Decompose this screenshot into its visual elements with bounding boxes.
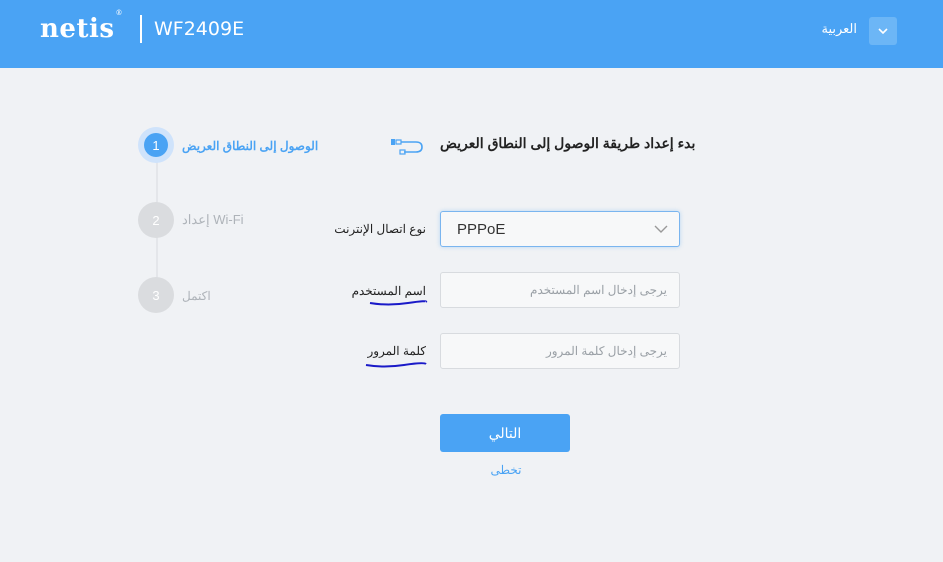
step-3-circle: 3 xyxy=(138,277,174,313)
step-3-label: اكتمل xyxy=(182,289,211,303)
annotation-underline xyxy=(365,362,427,368)
skip-link[interactable]: تخطى xyxy=(490,463,522,477)
page-title: بدء إعداد طريقة الوصول إلى النطاق العريض xyxy=(440,135,696,151)
step-1-circle: 1 xyxy=(138,127,174,163)
brand-logo: netis® xyxy=(40,9,123,44)
password-input[interactable] xyxy=(440,333,680,369)
password-label: كلمة المرور xyxy=(367,344,426,358)
username-label: اسم المستخدم xyxy=(351,284,426,298)
ethernet-cable-icon xyxy=(391,139,423,155)
annotation-underline xyxy=(369,300,428,306)
connection-type-value: PPPoE xyxy=(457,221,506,238)
connection-type-select[interactable]: PPPoE xyxy=(440,211,680,247)
step-1-label: الوصول إلى النطاق العريض xyxy=(182,139,319,153)
top-header-bar: netis® WF2409E العربية xyxy=(0,0,943,68)
connection-type-label: نوع اتصال الإنترنت xyxy=(334,222,426,236)
model-name: WF2409E xyxy=(154,18,245,40)
username-input[interactable] xyxy=(440,272,680,308)
chevron-down-icon xyxy=(878,28,888,35)
language-dropdown-button[interactable] xyxy=(869,17,897,45)
chevron-down-icon xyxy=(654,225,668,233)
header-divider xyxy=(140,15,142,43)
step-2-label: إعداد Wi-Fi xyxy=(182,212,244,227)
next-button[interactable]: التالي xyxy=(440,414,570,452)
step-2-circle: 2 xyxy=(138,202,174,238)
language-label[interactable]: العربية xyxy=(821,21,857,37)
